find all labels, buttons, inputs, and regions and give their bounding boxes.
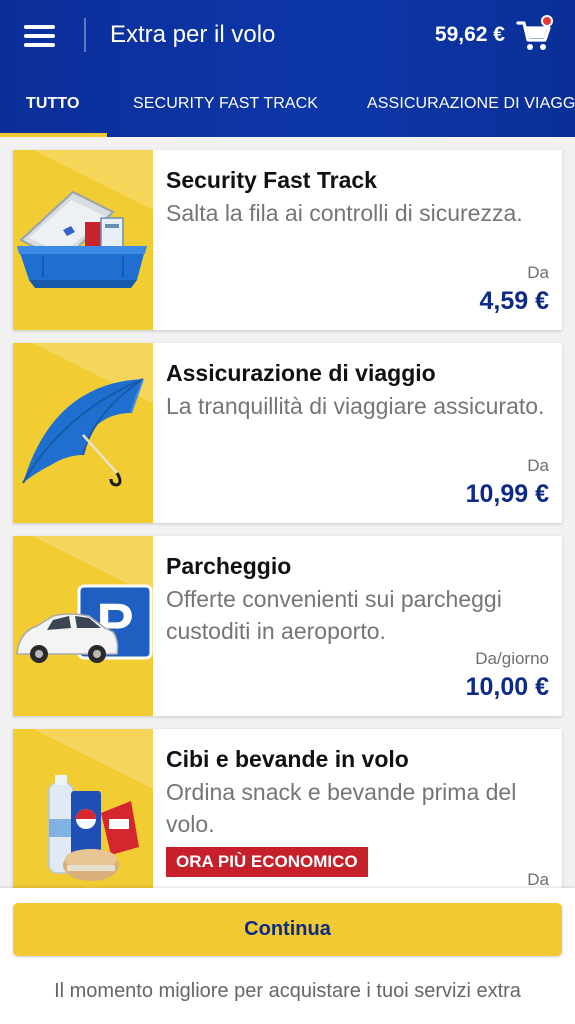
product-price: 10,00 € [465,673,549,701]
food-drinks-icon [13,729,153,909]
price-label: Da/giorno [475,649,549,668]
product-card-security-fast-track[interactable]: Security Fast Track Salta la fila ai con… [13,150,562,330]
toolbar-divider [84,18,86,52]
product-description: Ordina snack e bevande prima del volo. [166,779,517,837]
continue-button[interactable]: Continua [13,903,562,956]
product-title: Cibi e bevande in volo [166,746,409,772]
app-bar: Extra per il volo 59,62 € TUTTO SECURITY… [0,0,575,137]
product-card-parcheggio[interactable]: P Parcheggio Offerte convenienti sui par… [13,536,562,716]
toolbar: Extra per il volo 59,62 € [0,0,575,72]
product-title: Assicurazione di viaggio [166,360,436,386]
tab-assicurazione-di-viaggio[interactable]: ASSICURAZIONE DI VIAGGIO [367,94,575,114]
bottom-bar: Continua Il momento migliore per acquist… [0,888,575,1024]
tab-tutto[interactable]: TUTTO [26,94,80,114]
parking-icon: P [13,536,153,716]
product-card-assicurazione[interactable]: Assicurazione di viaggio La tranquillità… [13,343,562,523]
page-title: Extra per il volo [110,21,276,48]
price-label: Da [527,263,549,282]
product-description: Offerte convenienti sui parcheggi custod… [166,586,502,644]
category-tabs: TUTTO SECURITY FAST TRACK ASSICURAZIONE … [0,72,575,137]
product-price: 10,99 € [465,480,549,508]
footer-hint: Il momento migliore per acquistare i tuo… [54,980,521,1002]
price-label: Da [527,456,549,475]
product-price: 4,59 € [479,287,549,315]
product-card-cibi-bevande[interactable]: Cibi e bevande in volo Ordina snack e be… [13,729,562,909]
security-tray-icon [13,150,153,330]
umbrella-icon [13,343,153,523]
cart-total[interactable]: 59,62 € [435,21,505,49]
product-description: Salta la fila ai controlli di sicurezza. [166,200,523,226]
product-title: Security Fast Track [166,167,377,193]
promo-badge: ORA PIÙ ECONOMICO [166,847,368,877]
product-title: Parcheggio [166,553,292,579]
tab-security-fast-track[interactable]: SECURITY FAST TRACK [133,94,318,114]
menu-icon[interactable] [24,20,58,50]
cart-notification-dot [541,15,553,27]
price-label: Da [527,870,549,889]
active-tab-indicator [0,133,107,137]
product-description: La tranquillità di viaggiare assicurato. [166,393,545,419]
